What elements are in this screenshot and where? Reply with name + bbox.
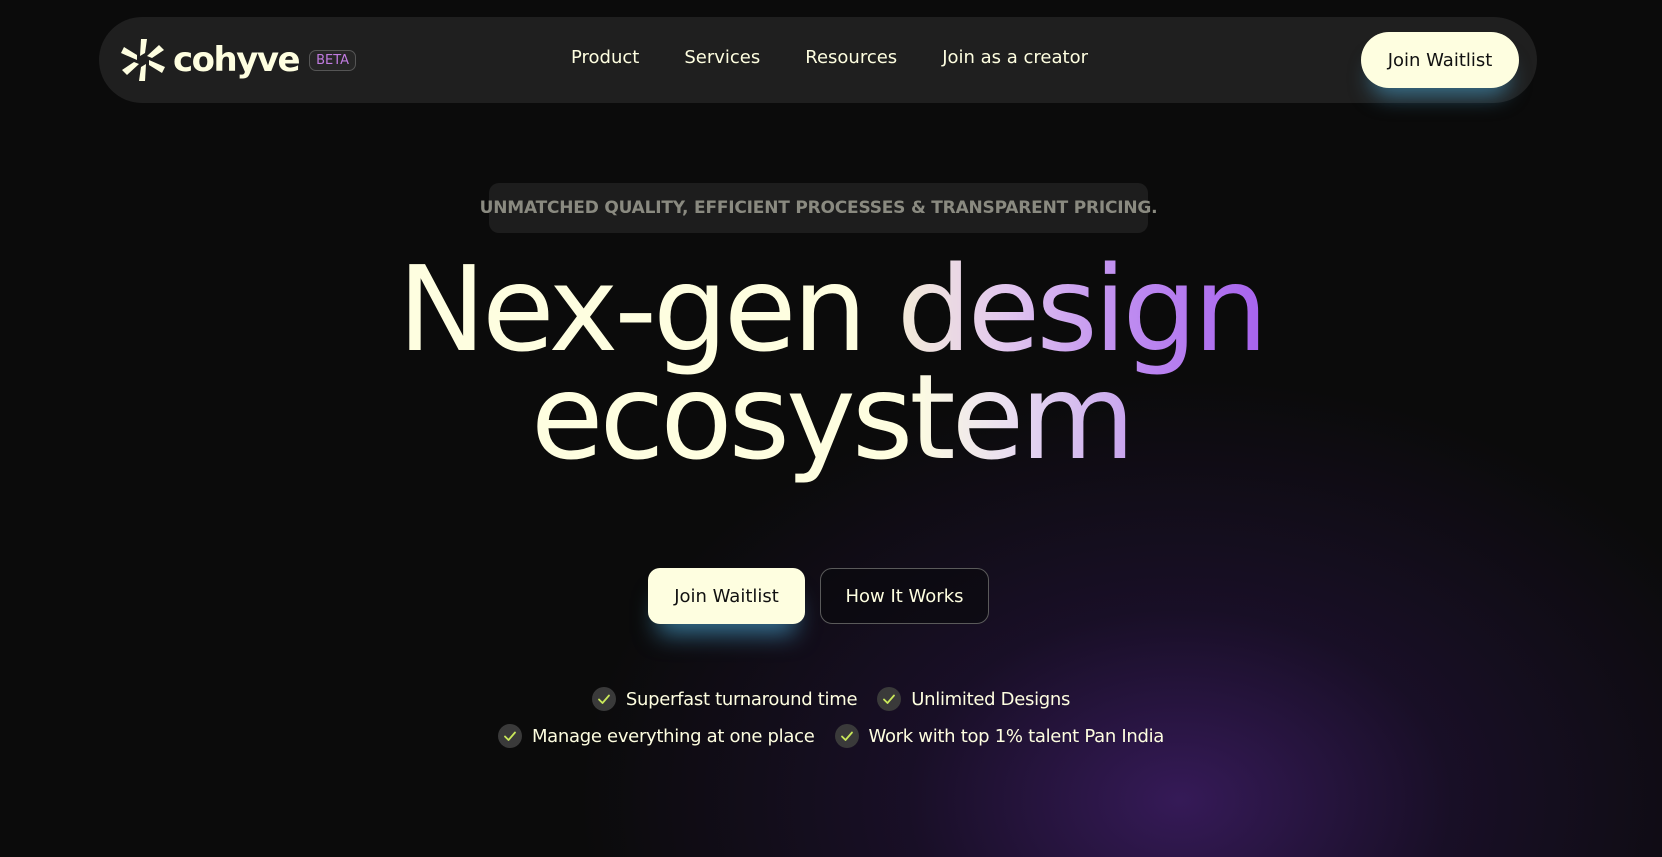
hero-headline: Nex-gen design ecosystem <box>0 250 1662 476</box>
check-icon <box>497 724 522 748</box>
nav-link-resources[interactable]: Resources <box>805 47 897 68</box>
feature-text: Unlimited Designs <box>911 688 1071 710</box>
nav-link-product[interactable]: Product <box>571 47 639 68</box>
landing-page: cohyve BETA Product Services Resources J… <box>0 0 1662 857</box>
feature-text: Superfast turnaround time <box>625 688 858 710</box>
hero-tagline: UNMATCHED QUALITY, EFFICIENT PROCESSES &… <box>480 183 1158 233</box>
check-icon <box>834 724 859 748</box>
brand-name: cohyve <box>173 40 301 80</box>
headline-line2-accent: tem <box>909 348 1135 486</box>
feature-item: Unlimited Designs <box>877 687 1070 711</box>
feature-text: Manage everything at one place <box>531 725 815 747</box>
top-navbar: cohyve BETA Product Services Resources J… <box>99 17 1537 103</box>
brand-logo[interactable]: cohyve BETA <box>119 37 357 83</box>
hero-cta-group: Join Waitlist How It Works <box>648 568 989 624</box>
headline-line-1: Nex-gen design <box>0 250 1662 368</box>
nav-join-waitlist-button[interactable]: Join Waitlist <box>1361 32 1519 88</box>
cohyve-logo-icon <box>121 39 165 81</box>
beta-badge: BETA <box>309 49 357 71</box>
join-waitlist-button[interactable]: Join Waitlist <box>648 568 805 624</box>
headline-line2-plain: ecosys <box>530 348 913 486</box>
feature-item: Superfast turnaround time <box>591 687 858 711</box>
feature-item: Work with top 1% talent Pan India <box>834 724 1165 748</box>
nav-link-services[interactable]: Services <box>684 47 760 68</box>
check-icon <box>877 687 902 711</box>
how-it-works-button[interactable]: How It Works <box>820 568 989 624</box>
check-icon <box>591 687 616 711</box>
feature-list-row-2: Manage everything at one place Work with… <box>0 724 1662 748</box>
feature-list-row-1: Superfast turnaround time Unlimited Desi… <box>0 687 1662 711</box>
nav-link-join-creator[interactable]: Join as a creator <box>942 47 1088 68</box>
feature-item: Manage everything at one place <box>497 724 815 748</box>
headline-line-2: ecosystem <box>0 358 1662 476</box>
primary-nav: Product Services Resources Join as a cre… <box>571 47 1133 68</box>
feature-text: Work with top 1% talent Pan India <box>868 725 1165 747</box>
